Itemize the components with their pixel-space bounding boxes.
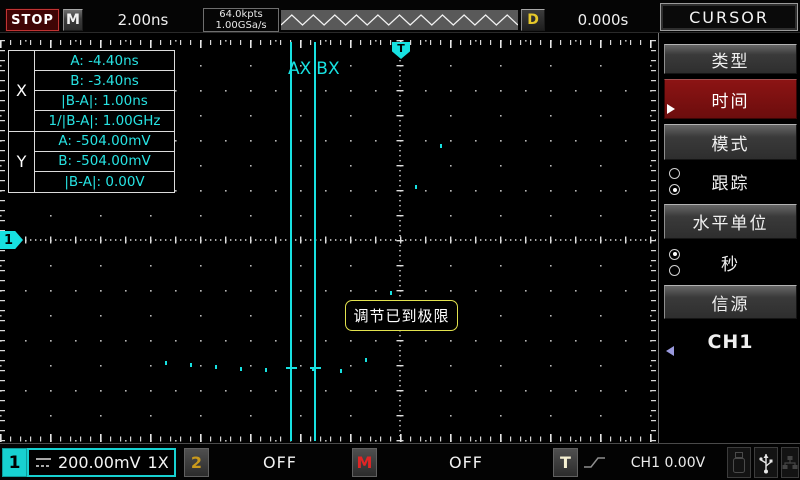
x-axis-label: X bbox=[9, 51, 35, 132]
dc-coupling-icon bbox=[36, 458, 51, 467]
timebase-readout: 2.00ns bbox=[86, 9, 200, 31]
cursor-ax-label: AX bbox=[288, 59, 311, 79]
usb-symbol-icon bbox=[758, 451, 774, 475]
menu-item-track-label: 跟踪 bbox=[712, 169, 750, 194]
channel1-settings-box[interactable]: 200.00mV 1X bbox=[27, 448, 176, 477]
cursor-y-delta-value: |B-A|: 0.00V bbox=[35, 172, 174, 192]
menu-item-source-value[interactable]: CH1 bbox=[664, 322, 797, 362]
track-radio-group bbox=[669, 163, 680, 200]
channel2-number-badge[interactable]: 2 bbox=[184, 448, 209, 477]
cursor-x-b-value: B: -3.40ns bbox=[35, 71, 174, 91]
cursor-y-a-value: A: -504.00mV bbox=[35, 132, 174, 152]
cursor-bx-y-tick bbox=[310, 367, 321, 369]
selected-arrow-icon bbox=[667, 104, 675, 114]
active-menu-title: CURSOR bbox=[660, 3, 798, 31]
limit-toast-message: 调节已到极限 bbox=[345, 300, 458, 331]
radio-option-icon[interactable] bbox=[669, 184, 680, 195]
channel1-probe: 1X bbox=[148, 453, 169, 472]
adjust-arrow-icon bbox=[666, 346, 674, 356]
usb-drive-icon bbox=[732, 452, 746, 474]
radio-option-icon[interactable] bbox=[669, 249, 680, 260]
horizontal-menu-button[interactable]: M bbox=[63, 9, 83, 31]
cursor-y-b-value: B: -504.00mV bbox=[35, 152, 174, 172]
cursor-ax-line[interactable] bbox=[290, 42, 292, 441]
cursor-bx-line[interactable] bbox=[314, 42, 316, 441]
lan-slot bbox=[781, 447, 799, 478]
menu-item-horizontal-unit[interactable]: 水平单位 bbox=[664, 204, 797, 239]
menu-item-seconds-label: 秒 bbox=[721, 250, 740, 275]
menu-item-time-label: 时间 bbox=[712, 87, 750, 112]
menu-sidebar: 类型 时间 模式 跟踪 水平单位 秒 信源 CH1 bbox=[658, 33, 800, 443]
seconds-radio-group bbox=[669, 243, 680, 281]
preview-zigzag-waveform bbox=[281, 15, 518, 25]
menu-item-seconds[interactable]: 秒 bbox=[664, 243, 797, 281]
menu-item-mode[interactable]: 模式 bbox=[664, 124, 797, 160]
y-axis-label: Y bbox=[9, 132, 35, 192]
channel1-scale: 200.00mV bbox=[58, 453, 141, 472]
source-channel-label: CH1 bbox=[707, 331, 753, 353]
top-status-bar: STOP M 2.00ns 64.0kpts 1.00GSa/s D 0.000… bbox=[0, 0, 800, 33]
run-stop-indicator: STOP bbox=[6, 9, 59, 31]
usb-storage-slot bbox=[727, 447, 751, 478]
cursor-labels: AX BX bbox=[288, 59, 340, 79]
trigger-badge[interactable]: T bbox=[553, 448, 578, 477]
channel1-number-badge[interactable]: 1 bbox=[2, 448, 27, 477]
math-badge[interactable]: M bbox=[352, 448, 377, 477]
radio-option-icon[interactable] bbox=[669, 168, 680, 179]
acquisition-info-box: 64.0kpts 1.00GSa/s bbox=[203, 8, 279, 32]
menu-item-source[interactable]: 信源 bbox=[664, 285, 797, 319]
usb-device-slot bbox=[754, 447, 778, 478]
cursor-ax-y-tick bbox=[286, 367, 297, 369]
memory-waveform-preview[interactable] bbox=[281, 10, 518, 30]
channel2-status: OFF bbox=[212, 448, 348, 477]
sample-rate: 1.00GSa/s bbox=[215, 20, 266, 31]
memory-depth: 64.0kpts bbox=[219, 9, 263, 20]
bottom-status-bar: 1 200.00mV 1X 2 OFF M OFF T CH1 0.00V bbox=[0, 443, 800, 480]
cursor-bx-label: BX bbox=[316, 59, 339, 79]
cursor-x-delta-value: |B-A|: 1.00ns bbox=[35, 91, 174, 111]
cursor-x-a-value: A: -4.40ns bbox=[35, 51, 174, 71]
math-status: OFF bbox=[382, 448, 550, 477]
lan-network-icon bbox=[782, 455, 798, 471]
menu-item-track[interactable]: 跟踪 bbox=[664, 163, 797, 200]
horizontal-position-readout: 0.000s bbox=[548, 9, 658, 31]
trigger-source-readout: CH1 0.00V bbox=[612, 448, 724, 477]
radio-option-icon[interactable] bbox=[669, 265, 680, 276]
rising-edge-icon bbox=[583, 454, 606, 471]
oscilloscope-screen: STOP M 2.00ns 64.0kpts 1.00GSa/s D 0.000… bbox=[0, 0, 800, 480]
delay-button[interactable]: D bbox=[521, 9, 545, 31]
menu-item-type[interactable]: 类型 bbox=[664, 44, 797, 74]
cursor-measurement-panel: X A: -4.40ns B: -3.40ns |B-A|: 1.00ns 1/… bbox=[8, 50, 175, 193]
cursor-x-freq-value: 1/|B-A|: 1.00GHz bbox=[35, 111, 174, 131]
menu-item-time[interactable]: 时间 bbox=[664, 79, 797, 119]
